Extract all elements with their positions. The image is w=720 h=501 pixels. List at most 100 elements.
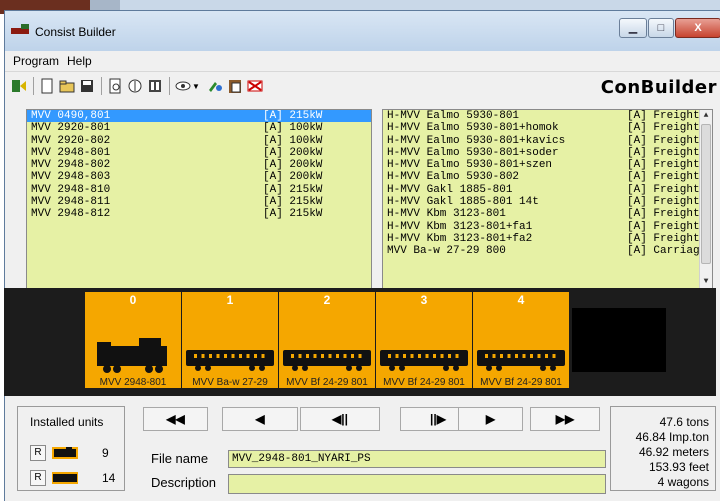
consist-slot[interactable]: 2 MVV Bf 24-29 801 xyxy=(279,292,375,392)
delete-icon[interactable] xyxy=(245,76,265,96)
wagon-row-detail: [A] Freight xyxy=(627,183,700,196)
file-name-field[interactable]: MVV_2948-801_NYARI_PS xyxy=(228,450,606,468)
last-button[interactable]: ▶▶ xyxy=(530,407,600,431)
locomotive-row[interactable]: MVV 2920-801 [A] 100kW xyxy=(27,122,371,134)
eye-dropdown-icon[interactable]: ▼ xyxy=(191,76,201,96)
wagon-row[interactable]: H-MVV Ealmo 5930-801+kavics [A] Freight xyxy=(383,135,712,147)
passenger-car-icon xyxy=(279,308,375,376)
wagon-row[interactable]: H-MVV Ealmo 5930-801+homok [A] Freight xyxy=(383,122,712,134)
wagon-row-name: H-MVV Kbm 3123-801+fa2 xyxy=(387,232,533,245)
paste-icon[interactable] xyxy=(225,76,245,96)
minimize-button[interactable]: ▁ xyxy=(619,18,647,38)
locomotive-row-name: MVV 2920-802 xyxy=(31,134,111,147)
wagon-row-name: H-MVV Gakl 1885-801 14t xyxy=(387,196,539,209)
stat-tons: 47.6 tons xyxy=(659,415,709,429)
locomotive-row-detail: [A] 100kW xyxy=(263,122,323,135)
consist-strip: 0 MVV 2948-801 1 MVV Ba-w 27-29 2 MVV Bf 24-2… xyxy=(4,288,716,396)
locomotive-list[interactable]: MVV 0490,801 [A] 215kW MVV 2920-801 [A] 100… xyxy=(26,109,372,289)
wagon-row[interactable]: H-MVV Kbm 3123-801+fa1 [A] Freight xyxy=(383,221,712,233)
consist-slot-label: MVV Bf 24-29 801 xyxy=(473,376,569,388)
menu-bar: Program Help xyxy=(5,51,720,71)
maximize-button[interactable]: □ xyxy=(648,18,674,38)
installed-units-panel: Installed units R 9 R 14 xyxy=(17,406,125,491)
wagon-row[interactable]: H-MVV Ealmo 5930-801+soder [A] Freight xyxy=(383,147,712,159)
wagon-row[interactable]: H-MVV Kbm 3123-801 [A] Freight xyxy=(383,208,712,220)
consist-stats-panel: 47.6 tons 46.84 Imp.ton 46.92 meters 153… xyxy=(610,406,716,491)
exit-icon[interactable] xyxy=(9,76,29,96)
wagon-row-detail: [A] Freight xyxy=(627,159,700,172)
locomotive-row[interactable]: MVV 0490,801 [A] 215kW xyxy=(27,110,371,123)
wagon-row-name: H-MVV Ealmo 5930-801+soder xyxy=(387,146,559,159)
menu-program[interactable]: Program xyxy=(13,54,59,68)
wagon-row-name: H-MVV Ealmo 5930-801+kavics xyxy=(387,134,566,147)
wagon-row[interactable]: H-MVV Gakl 1885-801 [A] Freight xyxy=(383,184,712,196)
passenger-car-icon xyxy=(376,308,472,376)
consist-slot[interactable]: 3 MVV Bf 24-29 801 xyxy=(376,292,472,392)
title-bar[interactable]: Consist Builder ▁ □ X xyxy=(5,11,720,51)
wagon-count: 14 xyxy=(102,471,116,485)
wagon-row-detail: [A] Freight xyxy=(627,196,700,209)
locomotive-icon xyxy=(85,308,181,376)
menu-help[interactable]: Help xyxy=(67,54,92,68)
consist-slot-label: MVV Ba-w 27-29 xyxy=(182,376,278,388)
save-icon[interactable] xyxy=(77,76,97,96)
scroll-down-icon[interactable]: ▼ xyxy=(700,276,712,288)
locomotive-row-detail: [A] 215kW xyxy=(263,110,323,122)
locomotive-row[interactable]: MVV 2948-803 [A] 200kW xyxy=(27,171,371,183)
consist-slot[interactable]: 0 MVV 2948-801 xyxy=(85,292,181,392)
wagon-row[interactable]: H-MVV Ealmo 5930-802 [A] Freight xyxy=(383,171,712,183)
consist-slot-label: MVV Bf 24-29 801 xyxy=(279,376,375,388)
next-button[interactable]: ▶ xyxy=(458,407,523,431)
reset-locos-button[interactable]: R xyxy=(30,445,46,461)
wagon-row[interactable]: H-MVV Ealmo 5930-801 [A] Freight xyxy=(383,110,712,122)
reset-wagons-button[interactable]: R xyxy=(30,470,46,486)
consist-slot[interactable]: 1 MVV Ba-w 27-29 xyxy=(182,292,278,392)
locomotive-unit-icon xyxy=(52,447,78,459)
scroll-up-icon[interactable]: ▲ xyxy=(700,110,712,122)
wagon-row-detail: [A] Freight xyxy=(627,220,700,233)
locomotive-row-name: MVV 2948-812 xyxy=(31,208,111,221)
locomotive-row[interactable]: MVV 2948-801 [A] 200kW xyxy=(27,147,371,159)
empty-consist-slot[interactable] xyxy=(572,308,666,372)
wagon-row-name: H-MVV Ealmo 5930-801+szen xyxy=(387,159,553,172)
description-field[interactable] xyxy=(228,474,606,494)
wagon-row-name: H-MVV Kbm 3123-801+fa1 xyxy=(387,220,533,233)
first-button[interactable]: ◀◀ xyxy=(143,407,208,431)
locomotive-row[interactable]: MVV 2948-812 [A] 215kW xyxy=(27,208,371,220)
close-button[interactable]: X xyxy=(675,18,720,38)
locomotive-row[interactable]: MVV 2920-802 [A] 100kW xyxy=(27,135,371,147)
locomotive-row-name: MVV 2948-811 xyxy=(31,196,111,209)
swap-icon[interactable] xyxy=(205,76,225,96)
wagon-row[interactable]: MVV Ba-w 27-29 800 [A] Carriage xyxy=(383,245,712,257)
wagon-row-detail: [A] Freight xyxy=(627,122,700,135)
consist-slot-label: MVV 2948-801 xyxy=(85,376,181,388)
locomotive-row-name: MVV 2948-810 xyxy=(31,183,111,196)
locomotive-row-detail: [A] 215kW xyxy=(263,183,323,196)
wagon-row-detail: [A] Freight xyxy=(627,208,700,221)
consist-slot[interactable]: 4 MVV Bf 24-29 801 xyxy=(473,292,569,392)
consist-slot-index: 2 xyxy=(279,292,375,308)
open-folder-icon[interactable] xyxy=(57,76,77,96)
locomotive-row[interactable]: MVV 2948-811 [A] 215kW xyxy=(27,196,371,208)
locomotive-row[interactable]: MVV 2948-810 [A] 215kW xyxy=(27,184,371,196)
eye-icon[interactable] xyxy=(173,76,193,96)
preview-icon[interactable] xyxy=(105,76,125,96)
scroll-thumb[interactable] xyxy=(701,124,711,264)
wagon-row[interactable]: H-MVV Ealmo 5930-801+szen [A] Freight xyxy=(383,159,712,171)
wagon-list[interactable]: H-MVV Ealmo 5930-801 [A] Freight H-MVV Eal… xyxy=(382,109,713,289)
track-icon[interactable] xyxy=(145,76,165,96)
wagon-row-detail: [A] Freight xyxy=(627,232,700,245)
wagon-list-scrollbar[interactable]: ▲ ▼ xyxy=(699,110,712,288)
locomotive-row-name: MVV 0490,801 xyxy=(31,110,111,122)
wagon-row[interactable]: H-MVV Gakl 1885-801 14t [A] Freight xyxy=(383,196,712,208)
wagon-row[interactable]: H-MVV Kbm 3123-801+fa2 [A] Freight xyxy=(383,233,712,245)
step-back-button[interactable]: ◀|| xyxy=(300,407,380,431)
wagon-row-detail: [A] Carriage xyxy=(627,245,707,258)
locomotive-row-name: MVV 2948-802 xyxy=(31,159,111,172)
previous-button[interactable]: ◀ xyxy=(222,407,298,431)
window-title: Consist Builder xyxy=(35,25,116,39)
new-file-icon[interactable] xyxy=(37,76,57,96)
locomotive-row-detail: [A] 100kW xyxy=(263,134,323,147)
compass-icon[interactable] xyxy=(125,76,145,96)
locomotive-row[interactable]: MVV 2948-802 [A] 200kW xyxy=(27,159,371,171)
